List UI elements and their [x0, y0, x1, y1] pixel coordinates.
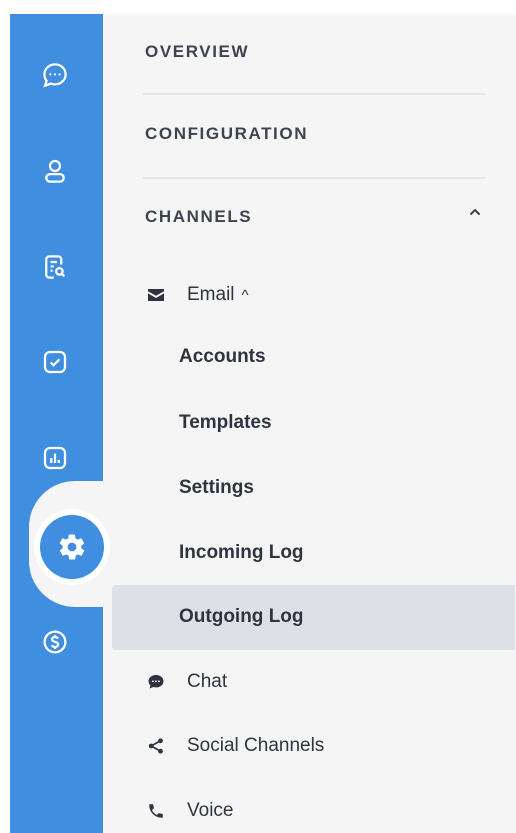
rail-reports-button[interactable] [30, 242, 80, 292]
section-channels[interactable]: CHANNELS [145, 207, 252, 227]
channel-email[interactable]: Email ^ [145, 284, 249, 306]
email-item-incoming-log[interactable]: Incoming Log [179, 542, 304, 564]
rail-settings-button[interactable] [40, 515, 104, 579]
gear-icon [59, 534, 85, 560]
chevron-up-icon[interactable] [466, 203, 484, 221]
channel-voice-label: Voice [187, 800, 234, 821]
rail-tasks-button[interactable] [30, 337, 80, 387]
divider [143, 93, 485, 95]
rail-chat-button[interactable] [30, 50, 80, 100]
icon-rail [10, 14, 103, 833]
dollar-icon [43, 630, 67, 654]
rail-billing-button[interactable] [30, 617, 80, 667]
chat-icon [145, 671, 167, 693]
channel-social[interactable]: Social Channels [145, 735, 324, 757]
section-overview[interactable]: OVERVIEW [145, 42, 249, 62]
email-item-outgoing-log[interactable]: Outgoing Log [179, 606, 304, 628]
rail-user-button[interactable] [30, 146, 80, 196]
email-item-accounts[interactable]: Accounts [179, 346, 266, 368]
user-icon [45, 159, 65, 183]
channel-email-label: Email [187, 284, 235, 305]
report-search-icon [45, 255, 66, 279]
rail-analytics-button[interactable] [30, 433, 80, 483]
channel-voice[interactable]: Voice [145, 800, 233, 822]
envelope-icon [145, 284, 167, 306]
email-item-templates[interactable]: Templates [179, 412, 272, 434]
chat-bubble-icon [43, 63, 67, 88]
channel-chat-label: Chat [187, 671, 228, 692]
channel-chat[interactable]: Chat [145, 671, 227, 693]
email-item-settings[interactable]: Settings [179, 477, 254, 499]
channel-social-label: Social Channels [187, 735, 325, 756]
section-configuration[interactable]: CONFIGURATION [145, 124, 308, 144]
phone-icon [145, 800, 167, 822]
email-caret[interactable]: ^ [242, 287, 249, 304]
chart-icon [43, 446, 67, 470]
share-icon [145, 735, 167, 757]
checkbox-icon [43, 350, 67, 374]
divider [143, 177, 485, 179]
email-item-outgoing-log-highlight[interactable] [112, 585, 515, 650]
